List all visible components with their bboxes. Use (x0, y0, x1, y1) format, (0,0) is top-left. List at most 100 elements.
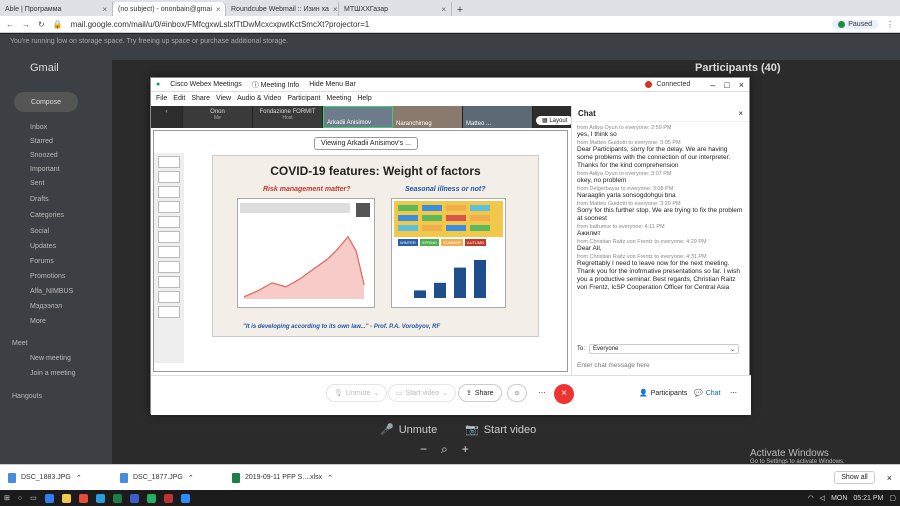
zoom-start-video-button[interactable]: 📷 Start video (465, 423, 536, 437)
sidebar-item-alfa[interactable]: Alfa_NIMBUS (30, 288, 73, 295)
sidebar-item-sent[interactable]: Sent (30, 180, 44, 187)
sidebar-item-medeelel[interactable]: Мэдээлэл (30, 303, 62, 310)
menu-edit[interactable]: Edit (173, 95, 185, 102)
chat-message-list[interactable]: from Adiya Oyun to everyone: 2:59 PM yes,… (572, 122, 749, 334)
chat-button[interactable]: 💬 Chat (687, 384, 728, 402)
end-call-button[interactable]: × (554, 384, 574, 404)
browser-tab[interactable]: МТШХХГазар × (339, 2, 452, 16)
new-tab-button[interactable]: + (452, 4, 468, 16)
download-item[interactable]: 2019-09-11 PFP S....xlsx ⌃ (232, 472, 342, 483)
download-item[interactable]: DSC_1883.JPG ⌃ (8, 472, 108, 483)
strip-prev-button[interactable]: ‹ (151, 106, 183, 128)
edge-icon[interactable] (44, 493, 54, 503)
sidebar-item-inbox[interactable]: Inbox (30, 124, 47, 131)
viewing-banner[interactable]: Viewing Arkadii Anisimov's ... (314, 137, 418, 150)
back-icon[interactable]: ← (6, 20, 14, 29)
video-tile[interactable]: Onon Me (183, 106, 253, 128)
layout-button[interactable]: ▦ Layout (536, 116, 574, 125)
reactions-button[interactable]: ☺ (507, 384, 527, 402)
sidebar-item-categories[interactable]: Categories (30, 212, 64, 219)
chrome-icon[interactable] (146, 493, 156, 503)
volume-icon[interactable]: ◁ (820, 494, 825, 502)
browser-tab[interactable]: (no subject) - ononbain@gmai × (113, 2, 226, 16)
chevron-up-icon[interactable]: ⌃ (188, 474, 194, 482)
chat-input[interactable] (577, 358, 743, 372)
start-video-button[interactable]: ▭ Start video ⌄ (388, 384, 456, 402)
participants-button[interactable]: 👤 Participants (632, 384, 695, 402)
video-tile[interactable]: Naranchimeg (393, 106, 463, 128)
sidebar-item-promotions[interactable]: Promotions (30, 273, 65, 280)
zoom-app-icon[interactable] (180, 493, 190, 503)
minimize-icon[interactable]: – (710, 80, 715, 90)
sidebar-item-starred[interactable]: Starred (30, 138, 53, 145)
sidebar-item-updates[interactable]: Updates (30, 243, 56, 250)
close-icon[interactable]: × (738, 109, 743, 118)
sidebar-item-drafts[interactable]: Drafts (30, 196, 49, 203)
share-button[interactable]: ⇪ Share (458, 384, 502, 402)
zoom-unmute-button[interactable]: 🎤 Unmute (380, 423, 437, 437)
recipient-select[interactable]: Everyone ⌄ (589, 344, 740, 354)
close-icon[interactable]: × (216, 5, 221, 14)
excel-icon[interactable] (112, 493, 122, 503)
browser-tab[interactable]: Able | Программа × (0, 2, 113, 16)
menu-meeting[interactable]: Meeting (326, 95, 351, 102)
notification-icon[interactable]: ▢ (889, 494, 896, 502)
new-meeting-link[interactable]: New meeting (30, 355, 71, 362)
more-options-button[interactable]: ⋯ (726, 384, 741, 402)
join-meeting-link[interactable]: Join a meeting (30, 370, 76, 377)
video-tile[interactable]: Arkadii Anisimov (323, 106, 393, 128)
language-indicator[interactable]: MON (831, 495, 847, 502)
show-all-button[interactable]: Show all (834, 471, 875, 484)
meeting-info-button[interactable]: ⓘ Meeting Info (252, 80, 299, 90)
chevron-up-icon[interactable]: ⌃ (327, 474, 333, 482)
sidebar-item-snoozed[interactable]: Snoozed (30, 152, 58, 159)
hide-menu-bar-button[interactable]: Hide Menu Bar (309, 81, 356, 88)
url-field[interactable]: mail.google.com/mail/u/0/#inbox/FMfcgxwL… (71, 20, 370, 29)
task-view-icon[interactable]: ▭ (30, 494, 37, 502)
opera-icon[interactable] (78, 493, 88, 503)
forward-icon[interactable]: → (22, 20, 30, 29)
person-icon: 👤 (639, 390, 648, 397)
close-icon[interactable]: × (102, 5, 107, 14)
tab-label: Able | Программа (5, 5, 62, 13)
folder-icon[interactable] (61, 493, 71, 503)
video-tile[interactable]: Matteo ... (463, 106, 533, 128)
menu-share[interactable]: Share (191, 95, 210, 102)
menu-audio-video[interactable]: Audio & Video (237, 95, 281, 102)
menu-view[interactable]: View (216, 95, 231, 102)
sidebar-item-social[interactable]: Social (30, 228, 49, 235)
windows-start-icon[interactable]: ⊞ (4, 494, 10, 502)
download-item[interactable]: DSC_1877.JPG ⌃ (120, 472, 220, 483)
sidebar-item-important[interactable]: Important (30, 166, 60, 173)
word-icon[interactable] (129, 493, 139, 503)
close-icon: × (561, 388, 567, 399)
search-icon[interactable]: ○ (18, 495, 22, 502)
browser-tab[interactable]: Roundcube Webmail :: Изин ха × (226, 2, 339, 16)
menu-participant[interactable]: Participant (287, 95, 320, 102)
clock[interactable]: 05:21 PM (853, 495, 883, 502)
menu-help[interactable]: Help (357, 95, 371, 102)
compose-button[interactable]: Compose (14, 92, 78, 112)
profile-button[interactable]: Paused (832, 19, 878, 29)
zoom-in-icon[interactable]: + (462, 442, 469, 457)
menu-icon[interactable]: ⋮ (886, 20, 894, 29)
season-label: AUTUMN (464, 239, 487, 246)
reload-icon[interactable]: ↻ (38, 20, 45, 29)
more-options-button[interactable]: ⋯ (532, 384, 552, 402)
close-icon[interactable]: × (739, 80, 744, 90)
sidebar-item-more[interactable]: More (30, 318, 46, 325)
sidebar-item-forums[interactable]: Forums (30, 258, 54, 265)
close-icon[interactable]: × (887, 473, 892, 483)
close-icon[interactable]: × (441, 5, 446, 14)
close-icon[interactable]: × (333, 5, 338, 14)
powerpoint-icon[interactable] (163, 493, 173, 503)
unmute-button[interactable]: 🎙 Unmute ⌄ (326, 384, 388, 402)
chevron-up-icon[interactable]: ⌃ (76, 474, 82, 482)
search-icon[interactable]: ⌕ (441, 442, 448, 457)
maximize-icon[interactable]: □ (724, 80, 729, 90)
wifi-icon[interactable]: ◠ (808, 494, 814, 502)
video-tile[interactable]: Fondazione FORMIT Host (253, 106, 323, 128)
menu-file[interactable]: File (156, 95, 167, 102)
outlook-icon[interactable] (95, 493, 105, 503)
zoom-out-icon[interactable]: − (420, 442, 427, 457)
